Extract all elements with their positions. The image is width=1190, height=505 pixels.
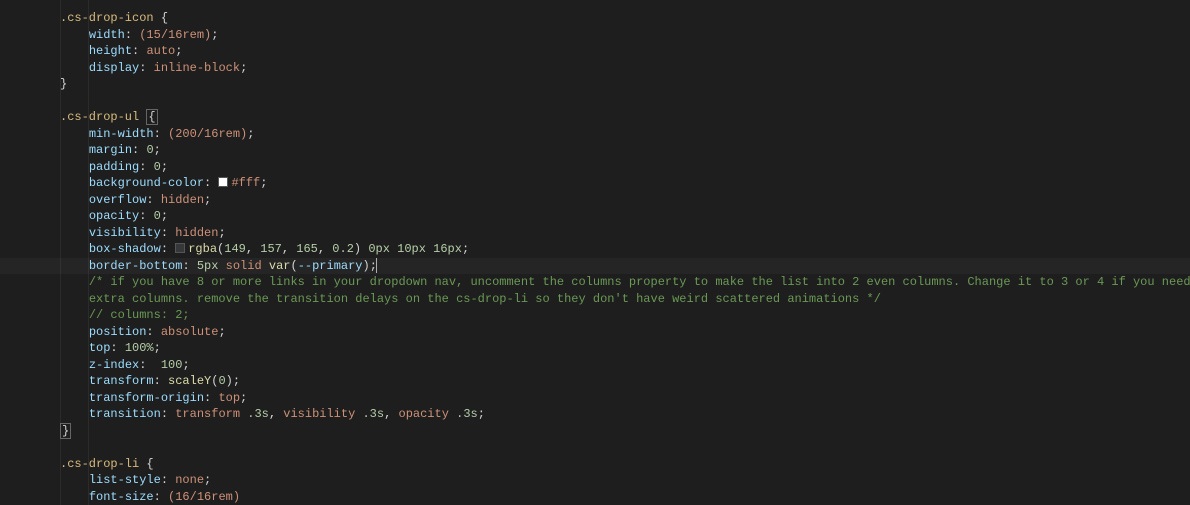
text-cursor [376, 258, 377, 273]
code-line[interactable]: } [60, 76, 1190, 93]
code-line[interactable]: z-index: 100; [60, 357, 1190, 374]
code-line[interactable]: margin: 0; [60, 142, 1190, 159]
code-line[interactable]: // columns: 2; [60, 307, 1190, 324]
code-line[interactable]: display: inline-block; [60, 60, 1190, 77]
code-line[interactable]: border-bottom: 5px solid var(--primary); [0, 258, 1190, 275]
code-line[interactable]: transform-origin: top; [60, 390, 1190, 407]
code-line[interactable]: padding: 0; [60, 159, 1190, 176]
code-line[interactable]: box-shadow: rgba(149, 157, 165, 0.2) 0px… [60, 241, 1190, 258]
color-swatch [175, 243, 185, 253]
code-line[interactable]: opacity: 0; [60, 208, 1190, 225]
code-line[interactable]: background-color: #fff; [60, 175, 1190, 192]
code-line[interactable]: .cs-drop-icon { [60, 10, 1190, 27]
code-line[interactable] [60, 439, 1190, 456]
code-line[interactable]: /* if you have 8 or more links in your d… [60, 274, 1190, 291]
code-line[interactable]: height: auto; [60, 43, 1190, 60]
code-line[interactable]: visibility: hidden; [60, 225, 1190, 242]
code-line[interactable]: .cs-drop-li { [60, 456, 1190, 473]
code-line[interactable]: .cs-drop-ul { [60, 109, 1190, 126]
code-line[interactable]: extra columns. remove the transition del… [60, 291, 1190, 308]
code-line[interactable]: top: 100%; [60, 340, 1190, 357]
code-line[interactable]: transform: scaleY(0); [60, 373, 1190, 390]
code-line[interactable] [60, 93, 1190, 110]
code-line[interactable]: overflow: hidden; [60, 192, 1190, 209]
code-line[interactable]: min-width: (200/16rem); [60, 126, 1190, 143]
code-line[interactable]: } [60, 423, 1190, 440]
code-line[interactable]: position: absolute; [60, 324, 1190, 341]
color-swatch [218, 177, 228, 187]
code-line[interactable]: font-size: (16/16rem) [60, 489, 1190, 505]
code-line[interactable]: list-style: none; [60, 472, 1190, 489]
code-editor-area[interactable]: .cs-drop-icon { width: (15/16rem); heigh… [0, 0, 1190, 505]
code-line[interactable]: width: (15/16rem); [60, 27, 1190, 44]
code-line[interactable]: transition: transform .3s, visibility .3… [60, 406, 1190, 423]
